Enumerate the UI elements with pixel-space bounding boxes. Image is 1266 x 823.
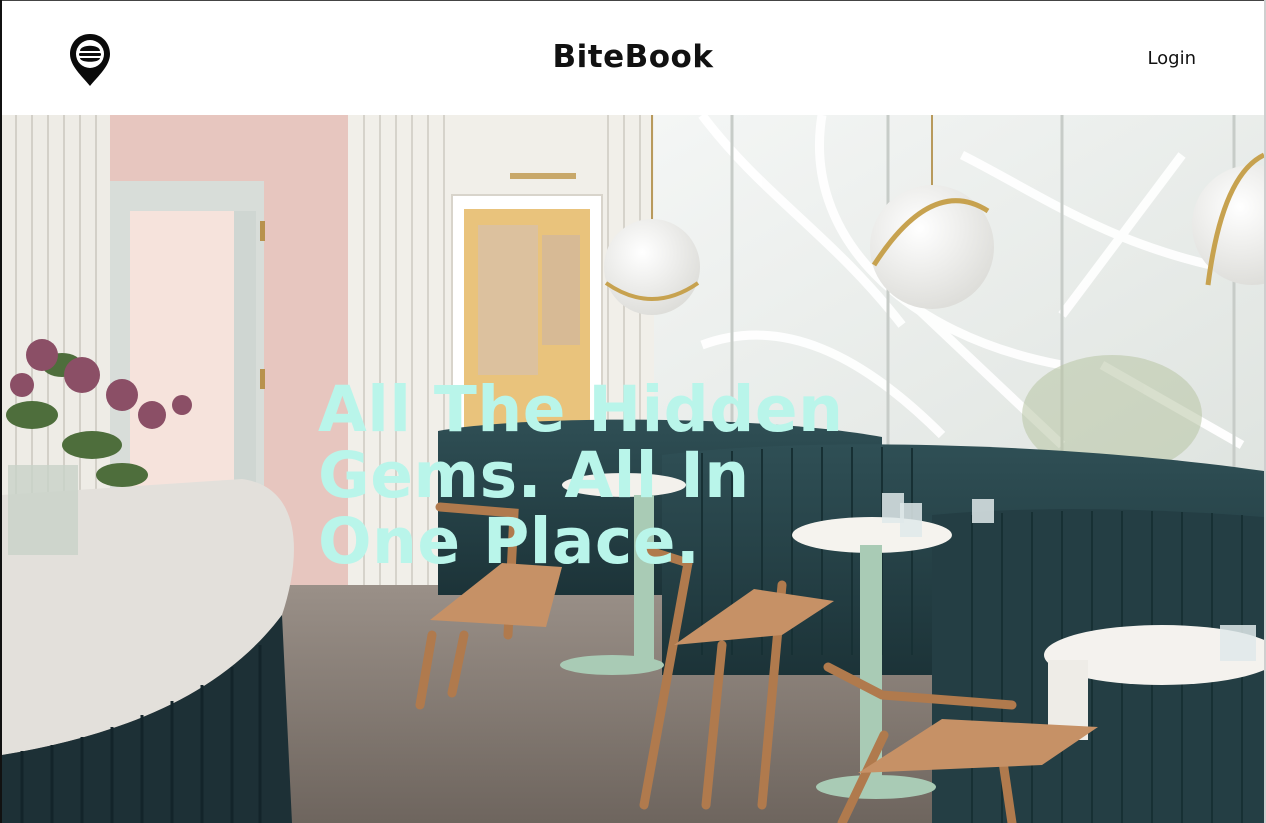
window-left-border — [0, 0, 2, 823]
hero-banner: All The Hidden Gems. All In One Place. — [2, 115, 1264, 823]
hero-tagline: All The Hidden Gems. All In One Place. — [318, 373, 844, 578]
login-link[interactable]: Login — [1147, 48, 1196, 69]
top-navbar: BiteBook Login — [2, 1, 1264, 115]
brand-title[interactable]: BiteBook — [2, 39, 1264, 75]
